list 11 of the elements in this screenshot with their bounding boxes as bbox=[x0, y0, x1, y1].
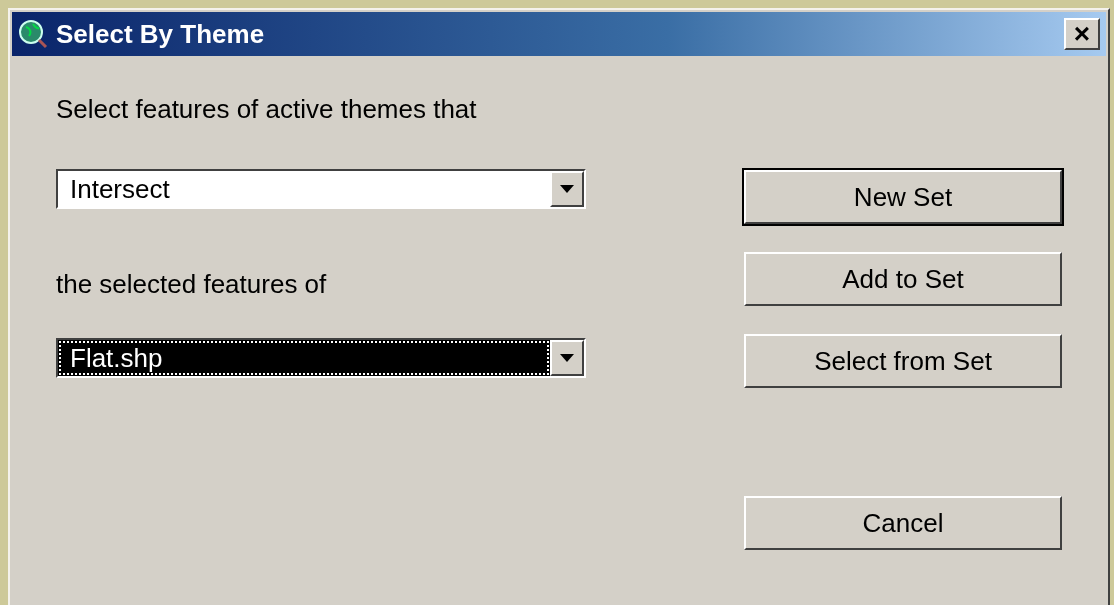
window-title: Select By Theme bbox=[56, 18, 266, 50]
action-button[interactable]: New Set bbox=[744, 170, 1062, 224]
target-label: the selected features of bbox=[56, 269, 327, 300]
close-button[interactable]: × bbox=[1064, 18, 1100, 50]
action-button[interactable]: Add to Set bbox=[744, 252, 1062, 306]
cancel-button[interactable]: Cancel bbox=[744, 496, 1062, 550]
globe-magnifier-icon bbox=[18, 19, 48, 49]
dropdown[interactable]: Flat.shp bbox=[56, 338, 586, 378]
dropdown[interactable]: Intersect bbox=[56, 169, 586, 209]
action-button[interactable]: Select from Set bbox=[744, 334, 1062, 388]
prompt-label: Select features of active themes that bbox=[56, 94, 477, 125]
